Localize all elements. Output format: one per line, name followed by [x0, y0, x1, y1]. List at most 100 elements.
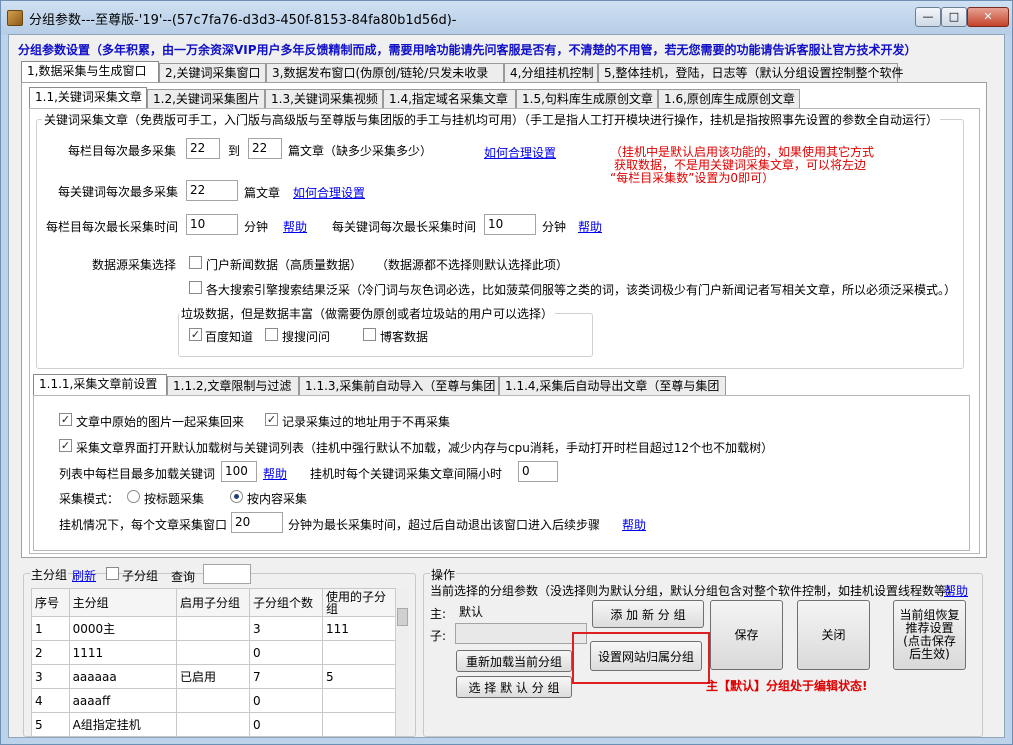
save-button[interactable]: 保存: [710, 600, 783, 670]
ops-help-link[interactable]: 帮助: [944, 582, 968, 599]
force-load-checkbox[interactable]: ✓: [59, 439, 72, 452]
group-table: 序号 主分组 启用子分组 子分组个数 使用的子分组 1 0000主 3 111 2 11…: [31, 588, 397, 737]
cell: 2: [31, 640, 70, 665]
tab-phrase-original[interactable]: 1.5,句料库生成原创文章: [516, 89, 658, 109]
record-url-checkbox[interactable]: ✓: [265, 413, 278, 426]
tab-original-lib[interactable]: 1.6,原创库生成原创文章: [658, 89, 800, 109]
keyword-article-group-title: 关键词采集文章（免费版可手工，入门版与高级版与至尊版与集团版的手工与挂机均可用）…: [42, 111, 941, 128]
table-row[interactable]: 2 1111 0: [31, 640, 397, 665]
refresh-link[interactable]: 刷新: [72, 567, 96, 584]
interval-input[interactable]: 0: [518, 461, 558, 482]
cell: 4: [31, 688, 70, 713]
cell: 1: [31, 616, 70, 641]
add-group-button[interactable]: 添 加 新 分 组: [592, 600, 704, 628]
scrollbar-thumb[interactable]: [397, 608, 408, 626]
mode-content-label: 按内容采集: [247, 492, 308, 506]
search-engine-checkbox[interactable]: [189, 281, 202, 294]
help-link-4[interactable]: 帮助: [622, 516, 646, 533]
table-row[interactable]: 5 A组指定挂机 0: [31, 712, 397, 737]
keyword-time-unit: 分钟: [542, 220, 567, 234]
sub-group-checkbox[interactable]: [106, 567, 119, 580]
close-window-button[interactable]: ✕: [967, 7, 1009, 27]
tab-domain-article[interactable]: 1.4,指定域名采集文章: [383, 89, 516, 109]
tab-auto-export[interactable]: 1.1.4,采集后自动导出文章（至尊与集团: [499, 376, 726, 396]
blog-checkbox[interactable]: [363, 328, 376, 341]
reload-group-button[interactable]: 重新加载当前分组: [456, 650, 572, 672]
col-sub-count: 子分组个数: [248, 588, 323, 617]
restore-recommended-button[interactable]: 当前组恢复 推荐设置 (点击保存 后生效): [893, 600, 966, 670]
tab-keyword-article[interactable]: 1.1,关键词采集文章: [29, 87, 147, 109]
tab-publish[interactable]: 3,数据发布窗口(伪原创/链轮/只发未收录: [266, 63, 504, 83]
tab-auto-import[interactable]: 1.1.3,采集前自动导入（至尊与集团: [299, 376, 499, 396]
search-engine-label: 各大搜索引擎搜索结果泛采（冷门词与灰色词必选，比如菠菜伺服等之类的词，该类词极少…: [206, 283, 957, 297]
table-row[interactable]: 4 aaaaff 0: [31, 688, 397, 713]
per-column-label: 每栏目每次最多采集: [68, 144, 177, 158]
timeout-label: 挂机情况下，每个文章采集窗口: [59, 518, 228, 532]
tab-overall[interactable]: 5,整体挂机，登陆，日志等（默认分组设置控制整个软件: [598, 63, 903, 83]
keyword-time-label: 每关键词每次最长采集时间: [332, 220, 477, 234]
mode-label: 采集模式：: [59, 492, 120, 506]
timeout-input[interactable]: 20: [231, 512, 283, 533]
force-load-label: 采集文章界面打开默认加载树与关键词列表（挂机中强行默认不加载，减少内存与cpu消…: [76, 441, 774, 455]
tab-keyword-video[interactable]: 1.3,关键词采集视频: [265, 89, 383, 109]
baidu-checkbox[interactable]: ✓: [189, 328, 202, 341]
keyword-time-input[interactable]: 10: [484, 214, 536, 235]
tab-keyword-collect[interactable]: 2,关键词采集窗口: [159, 63, 266, 83]
cell: [321, 712, 397, 737]
query-input[interactable]: [203, 564, 251, 584]
help-link-1[interactable]: 帮助: [283, 218, 307, 235]
close-button[interactable]: 关闭: [797, 600, 870, 670]
tab-data-collect[interactable]: 1,数据采集与生成窗口: [21, 61, 159, 83]
table-row[interactable]: 3 aaaaaa 已启用 7 5: [31, 664, 397, 689]
red-note-3: “每栏目采集数”设置为0即可）: [610, 171, 775, 185]
per-column-min-input[interactable]: 22: [186, 138, 220, 159]
select-default-button[interactable]: 选 择 默 认 分 组: [456, 676, 572, 698]
mode-title-radio[interactable]: [127, 490, 140, 503]
table-scrollbar[interactable]: [395, 588, 409, 735]
cell: 0000主: [68, 616, 177, 641]
cell: 7: [248, 664, 323, 689]
tab-keyword-image[interactable]: 1.2,关键词采集图片: [147, 89, 265, 109]
per-column-unit: 篇文章（缺多少采集多少）: [288, 144, 433, 158]
cell: 111: [321, 616, 397, 641]
sub-value-field[interactable]: [455, 623, 587, 644]
sub-label: 子:: [430, 629, 447, 643]
maximize-button[interactable]: □: [941, 7, 967, 27]
per-column-max-input[interactable]: 22: [248, 138, 282, 159]
column-time-input[interactable]: 10: [186, 214, 238, 235]
ops-desc: 当前选择的分组参数（没选择则为默认分组，默认分组包含对整个软件控制，如挂机设置线…: [430, 584, 959, 598]
query-label: 查询: [171, 570, 196, 584]
sub-tabs: 1.1,关键词采集文章 1.2,关键词采集图片 1.3,关键词采集视频 1.4,…: [29, 87, 800, 109]
window-title: 分组参数---至尊版-'19'--(57c7fa76-d3d3-450f-815…: [29, 13, 457, 28]
portal-checkbox[interactable]: [189, 256, 202, 269]
column-time-unit: 分钟: [244, 220, 269, 234]
record-url-label: 记录采集过的地址用于不再采集: [282, 415, 451, 429]
timeout-unit: 分钟为最长采集时间，超过后自动退出该窗口进入后续步骤: [288, 518, 601, 532]
tab-pre-collect[interactable]: 1.1.1,采集文章前设置: [33, 374, 167, 396]
tab-limit-filter[interactable]: 1.1.2,文章限制与过滤: [167, 376, 299, 396]
main-value-field[interactable]: 默认: [455, 600, 587, 621]
mode-content-radio[interactable]: [230, 490, 243, 503]
howto-link-2[interactable]: 如何合理设置: [293, 184, 365, 201]
ops-title: 操作: [430, 566, 457, 583]
cell: 0: [248, 712, 323, 737]
tab-group-hang[interactable]: 4,分组挂机控制: [504, 63, 598, 83]
col-main-group: 主分组: [68, 588, 177, 617]
help-link-2[interactable]: 帮助: [578, 218, 602, 235]
table-row[interactable]: 1 0000主 3 111: [31, 616, 397, 641]
cell: [321, 688, 397, 713]
howto-link-1[interactable]: 如何合理设置: [484, 144, 556, 161]
sogou-checkbox[interactable]: [265, 328, 278, 341]
to-label: 到: [228, 144, 241, 158]
cell: aaaaaa: [68, 664, 177, 689]
cell: aaaaff: [68, 688, 177, 713]
per-keyword-input[interactable]: 22: [186, 180, 238, 201]
per-keyword-label: 每关键词每次最多采集: [58, 185, 179, 199]
help-link-3[interactable]: 帮助: [263, 465, 287, 482]
interval-label: 挂机时每个关键词采集文章间隔小时: [310, 467, 503, 481]
max-keywords-input[interactable]: 100: [221, 461, 257, 482]
collect-images-checkbox[interactable]: ✓: [59, 413, 72, 426]
baidu-label: 百度知道: [205, 330, 254, 344]
minimize-button[interactable]: —: [915, 7, 941, 27]
max-keywords-label: 列表中每栏目最多加载关键词: [59, 467, 216, 481]
